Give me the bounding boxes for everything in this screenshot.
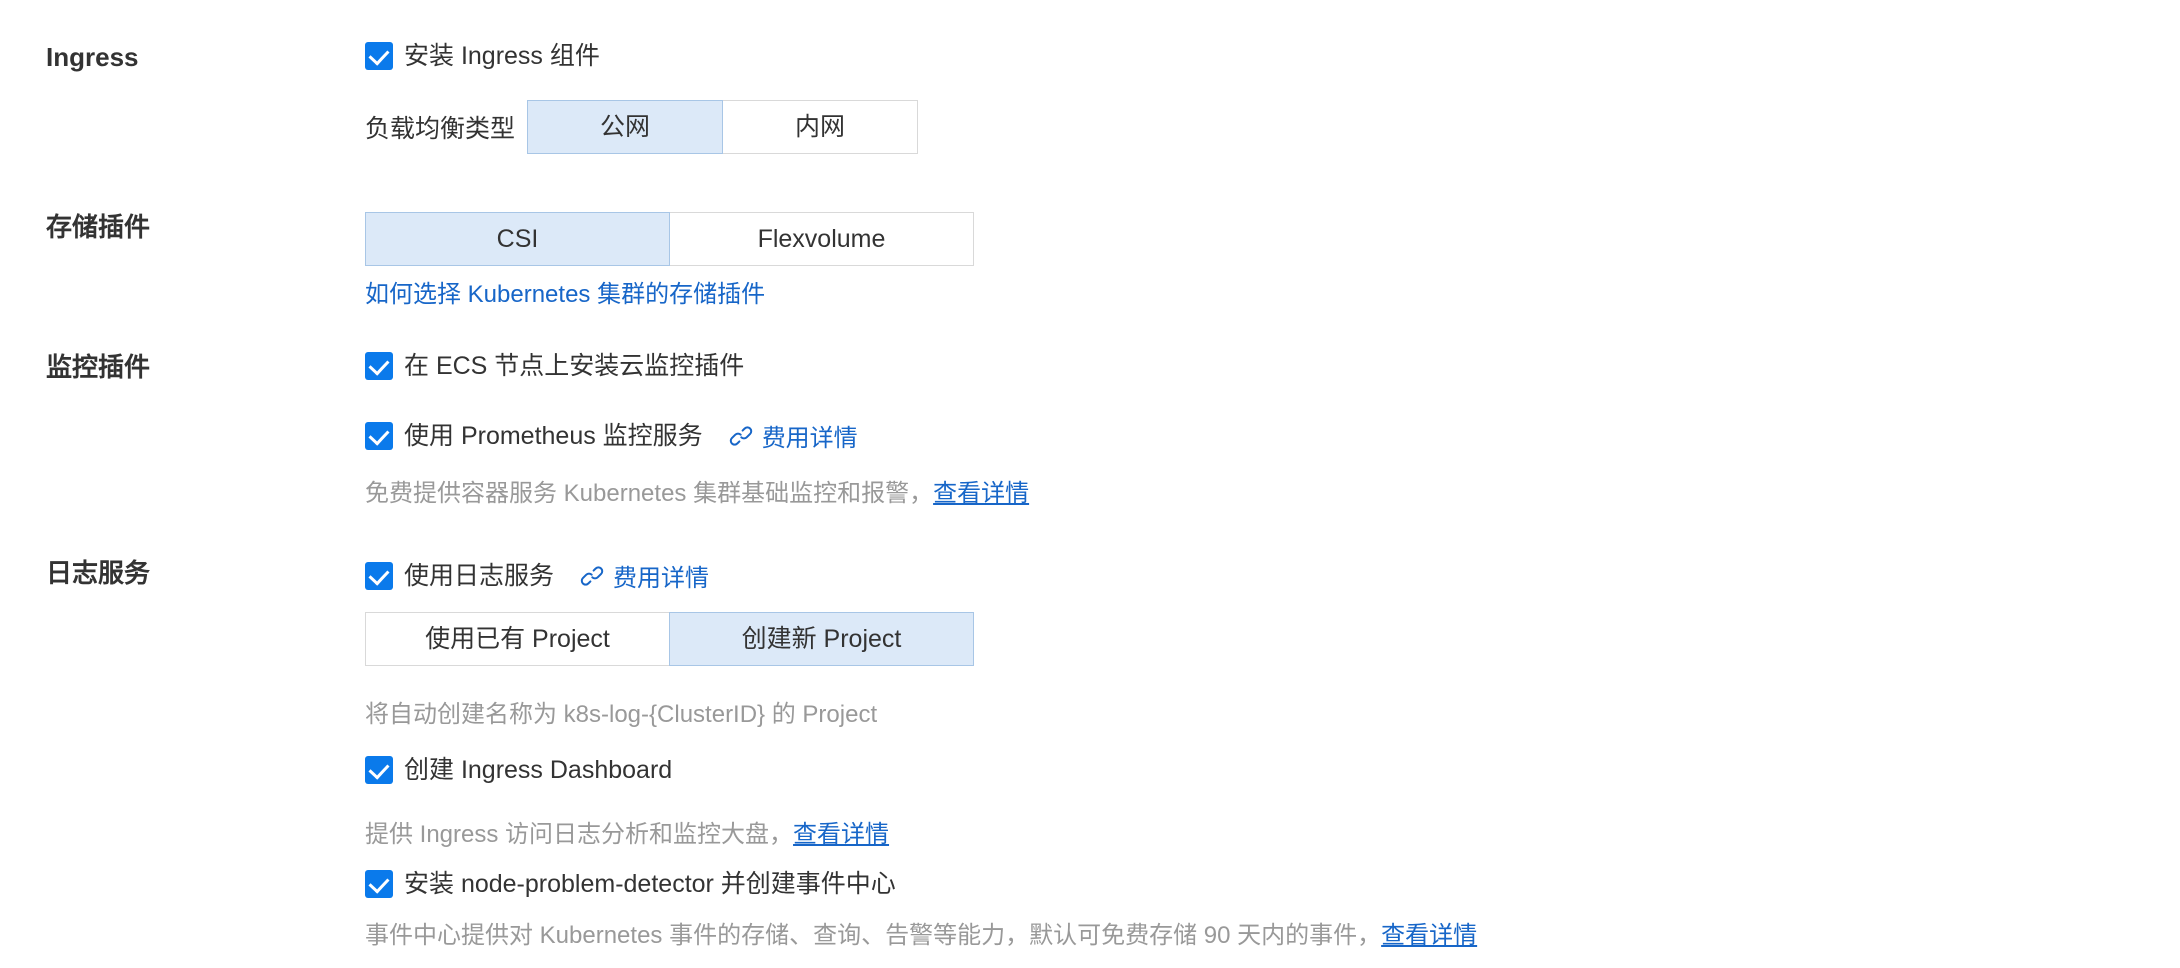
checkbox-row-prometheus[interactable]: 使用 Prometheus 监控服务 费用详情	[365, 418, 858, 453]
monitoring-hint-link[interactable]: 查看详情	[933, 480, 1029, 507]
section-monitoring: 监控插件 在 ECS 节点上安装云监控插件	[0, 352, 2180, 383]
ingress-dashboard-hint-link[interactable]: 查看详情	[793, 821, 889, 848]
prometheus-fee-detail-text: 费用详情	[762, 418, 858, 453]
log-project-option-existing[interactable]: 使用已有 Project	[365, 612, 670, 666]
checkbox-label-node-problem-detector: 安装 node-problem-detector 并创建事件中心	[404, 870, 896, 898]
checkbox-ingress-dashboard[interactable]	[365, 756, 393, 784]
checkbox-cms-plugin[interactable]	[365, 352, 393, 380]
prometheus-fee-detail-link[interactable]: 费用详情	[729, 418, 858, 453]
log-project-option-new[interactable]: 创建新 Project	[669, 612, 974, 666]
loadbalancer-type-group: 负载均衡类型 公网 内网	[365, 100, 918, 154]
checkbox-row-install-ingress[interactable]: 安装 Ingress 组件	[365, 42, 2180, 70]
section-log: 日志服务 使用日志服务 费用详情	[0, 558, 2180, 593]
checkbox-label-ingress-dashboard: 创建 Ingress Dashboard	[404, 756, 672, 784]
section-storage: 存储插件 CSI Flexvolume	[0, 212, 2180, 266]
loadbalancer-type-option-private[interactable]: 内网	[722, 100, 918, 154]
link-chain-icon	[729, 424, 753, 448]
checkbox-row-cms-plugin[interactable]: 在 ECS 节点上安装云监控插件	[365, 352, 2180, 380]
node-problem-detector-hint-text: 事件中心提供对 Kubernetes 事件的存储、查询、告警等能力，默认可免费存…	[365, 922, 1381, 949]
loadbalancer-type-option-public[interactable]: 公网	[527, 100, 723, 154]
node-problem-detector-hint: 事件中心提供对 Kubernetes 事件的存储、查询、告警等能力，默认可免费存…	[365, 915, 1477, 950]
section-label-ingress: Ingress	[0, 42, 365, 73]
ingress-dashboard-hint: 提供 Ingress 访问日志分析和监控大盘，查看详情	[365, 814, 889, 849]
checkbox-node-problem-detector[interactable]	[365, 870, 393, 898]
section-content-log: 使用日志服务 费用详情	[365, 558, 2180, 593]
checkbox-install-ingress[interactable]	[365, 42, 393, 70]
section-label-storage: 存储插件	[0, 212, 365, 243]
section-content-storage: CSI Flexvolume	[365, 212, 2180, 266]
checkbox-label-prometheus: 使用 Prometheus 监控服务	[404, 422, 703, 450]
storage-plugin-option-csi[interactable]: CSI	[365, 212, 670, 266]
checkbox-label-use-log-service: 使用日志服务	[404, 562, 554, 590]
monitoring-hint-text: 免费提供容器服务 Kubernetes 集群基础监控和报警，	[365, 480, 933, 507]
ingress-dashboard-hint-text: 提供 Ingress 访问日志分析和监控大盘，	[365, 821, 793, 848]
checkbox-row-ingress-dashboard[interactable]: 创建 Ingress Dashboard	[365, 756, 672, 784]
checkbox-label-install-ingress: 安装 Ingress 组件	[404, 42, 600, 70]
loadbalancer-type-segmented: 公网 内网	[527, 100, 918, 154]
checkbox-use-log-service[interactable]	[365, 562, 393, 590]
monitoring-hint: 免费提供容器服务 Kubernetes 集群基础监控和报警，查看详情	[365, 473, 1029, 508]
checkbox-label-cms-plugin: 在 ECS 节点上安装云监控插件	[404, 352, 744, 380]
section-content-monitoring: 在 ECS 节点上安装云监控插件	[365, 352, 2180, 380]
cluster-component-form: Ingress 安装 Ingress 组件 负载均衡类型 公网 内网 存储插件 …	[0, 0, 2180, 968]
log-project-hint: 将自动创建名称为 k8s-log-{ClusterID} 的 Project	[365, 694, 877, 729]
section-content-ingress: 安装 Ingress 组件	[365, 42, 2180, 70]
log-project-segmented: 使用已有 Project 创建新 Project	[365, 612, 974, 666]
storage-plugin-option-flexvolume[interactable]: Flexvolume	[669, 212, 974, 266]
node-problem-detector-hint-link[interactable]: 查看详情	[1381, 922, 1477, 949]
link-chain-icon	[580, 564, 604, 588]
checkbox-row-node-problem-detector[interactable]: 安装 node-problem-detector 并创建事件中心	[365, 870, 896, 898]
checkbox-row-use-log-service[interactable]: 使用日志服务 费用详情	[365, 558, 2180, 593]
loadbalancer-type-label: 负载均衡类型	[365, 109, 515, 145]
log-fee-detail-link[interactable]: 费用详情	[580, 558, 709, 593]
log-fee-detail-text: 费用详情	[613, 558, 709, 593]
section-label-log: 日志服务	[0, 558, 365, 589]
storage-plugin-segmented: CSI Flexvolume	[365, 212, 2180, 266]
section-label-monitoring: 监控插件	[0, 352, 365, 383]
checkbox-prometheus[interactable]	[365, 422, 393, 450]
section-ingress: Ingress 安装 Ingress 组件	[0, 42, 2180, 73]
storage-plugin-help-link[interactable]: 如何选择 Kubernetes 集群的存储插件	[365, 274, 765, 309]
